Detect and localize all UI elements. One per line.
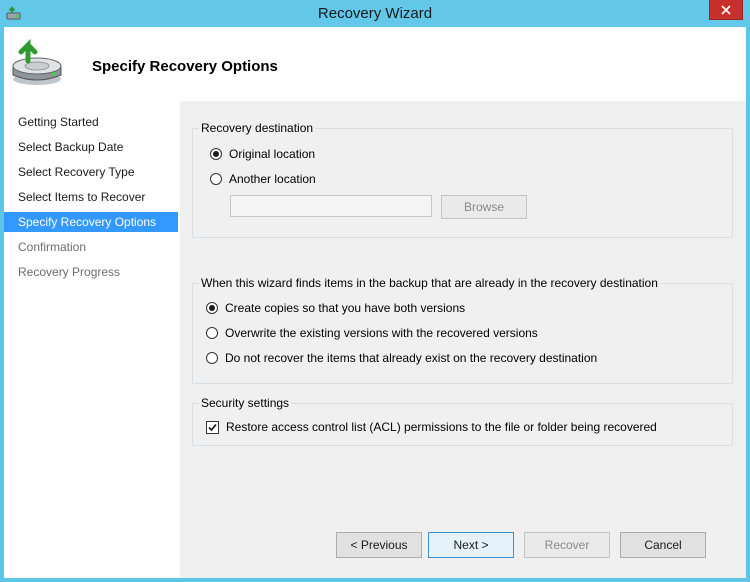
another-location-radio[interactable]: Another location [210, 171, 316, 187]
sidebar-item-confirmation: Confirmation [18, 240, 87, 254]
previous-button[interactable]: < Previous [336, 532, 422, 558]
title-bar: Recovery Wizard [0, 0, 750, 27]
do-not-recover-radio[interactable]: Do not recover the items that already ex… [206, 350, 597, 366]
radio-unchecked-icon [206, 327, 218, 339]
overwrite-radio[interactable]: Overwrite the existing versions with the… [206, 325, 538, 341]
radio-unchecked-icon [210, 173, 222, 185]
do-not-recover-label: Do not recover the items that already ex… [225, 351, 598, 365]
sidebar-item-select-backup-date[interactable]: Select Backup Date [4, 137, 178, 157]
cancel-button[interactable]: Cancel [620, 532, 706, 558]
checkbox-checked-icon [206, 420, 219, 434]
radio-checked-icon [210, 148, 222, 160]
restore-acl-checkbox[interactable]: Restore access control list (ACL) permis… [206, 419, 657, 435]
overwrite-label: Overwrite the existing versions with the… [225, 326, 538, 340]
page-title: Specify Recovery Options [92, 58, 278, 75]
wizard-steps-sidebar: Getting Started Select Backup Date Selec… [4, 101, 180, 578]
another-location-label: Another location [229, 172, 316, 186]
wizard-button-bar: < Previous Next > Recover Cancel [180, 507, 746, 578]
original-location-radio[interactable]: Original location [210, 146, 315, 162]
sidebar-item-getting-started[interactable]: Getting Started [4, 112, 178, 132]
sidebar-item-select-items-to-recover[interactable]: Select Items to Recover [4, 187, 178, 207]
sidebar-item-select-recovery-type[interactable]: Select Recovery Type [4, 162, 178, 182]
browse-button[interactable]: Browse [441, 195, 527, 219]
close-button[interactable] [709, 0, 743, 20]
original-location-label: Original location [229, 147, 316, 161]
recover-button[interactable]: Recover [524, 532, 610, 558]
existing-items-legend: When this wizard finds items in the back… [199, 276, 660, 290]
recovery-destination-group: Recovery destination Original location A… [192, 121, 733, 238]
radio-checked-icon [206, 302, 218, 314]
security-settings-legend: Security settings [199, 396, 292, 410]
restore-acl-label: Restore access control list (ACL) permis… [226, 420, 657, 434]
recovery-disk-icon [10, 33, 66, 89]
another-location-path-input[interactable] [230, 195, 432, 217]
existing-items-group: When this wizard finds items in the back… [192, 276, 733, 384]
next-button[interactable]: Next > [428, 532, 514, 558]
recovery-destination-legend: Recovery destination [199, 121, 316, 135]
radio-unchecked-icon [206, 352, 218, 364]
sidebar-item-recovery-progress: Recovery Progress [18, 265, 121, 279]
create-copies-radio[interactable]: Create copies so that you have both vers… [206, 300, 465, 316]
security-settings-group: Security settings Restore access control… [192, 396, 733, 446]
sidebar-item-specify-recovery-options[interactable]: Specify Recovery Options [4, 212, 178, 232]
wizard-header: Specify Recovery Options [4, 27, 746, 101]
create-copies-label: Create copies so that you have both vers… [225, 301, 466, 315]
close-icon [721, 4, 731, 15]
wizard-window: Specify Recovery Options Getting Started… [4, 27, 746, 578]
window-title: Recovery Wizard [317, 5, 433, 22]
